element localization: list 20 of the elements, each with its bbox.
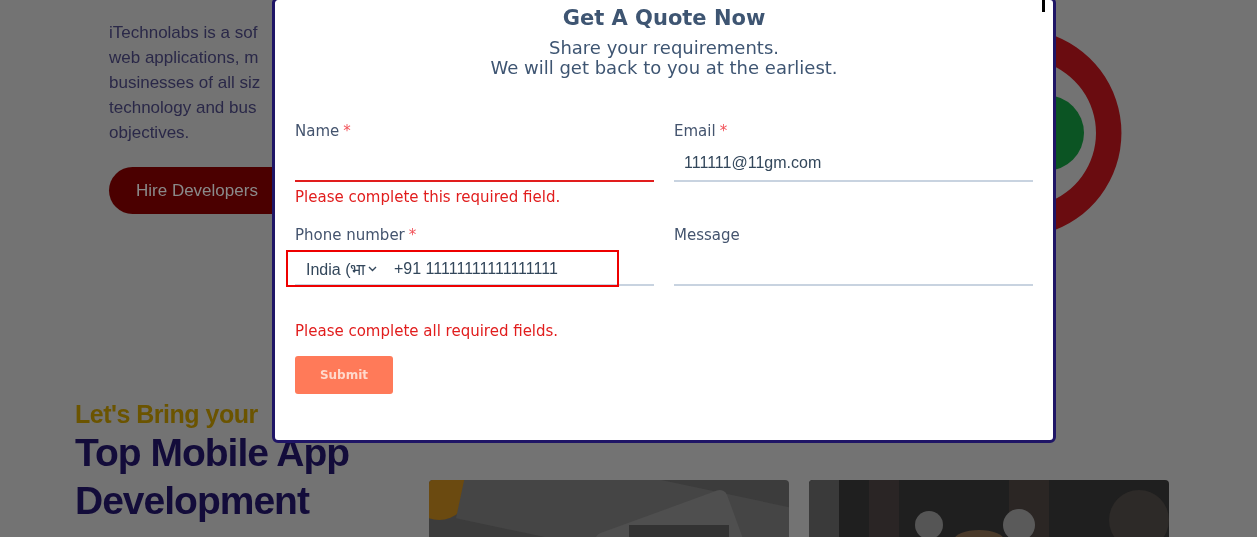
form-error: Please complete all required fields. bbox=[295, 322, 560, 340]
intro-text: web applications, m bbox=[109, 47, 260, 69]
phone-field[interactable]: India (भा +91 11111111111111111 bbox=[286, 250, 619, 287]
chevron-icon bbox=[368, 265, 378, 272]
section-heading: Top Mobile App bbox=[75, 430, 351, 476]
intro-text: technology and bus bbox=[109, 97, 258, 119]
field-label: Name * bbox=[295, 122, 352, 140]
modal-title: Get A Quote Now bbox=[562, 6, 766, 30]
field-label: Message bbox=[674, 226, 741, 244]
close-icon[interactable] bbox=[1042, 0, 1045, 12]
country-select[interactable]: India (भा bbox=[306, 257, 386, 280]
tagline: Let's Bring your bbox=[75, 400, 259, 429]
field-label: Email * bbox=[674, 122, 729, 140]
intro-text: iTechnolabs is a sof bbox=[109, 22, 259, 44]
intro-text: businesses of all siz bbox=[109, 72, 262, 94]
modal-subtitle: We will get back to you at the earliest. bbox=[490, 58, 838, 78]
modal-subtitle: Share your requirements. bbox=[549, 38, 779, 58]
intro-text: objectives. bbox=[109, 122, 191, 144]
section-heading: Development bbox=[75, 478, 311, 524]
field-label: Phone number * bbox=[295, 226, 418, 244]
